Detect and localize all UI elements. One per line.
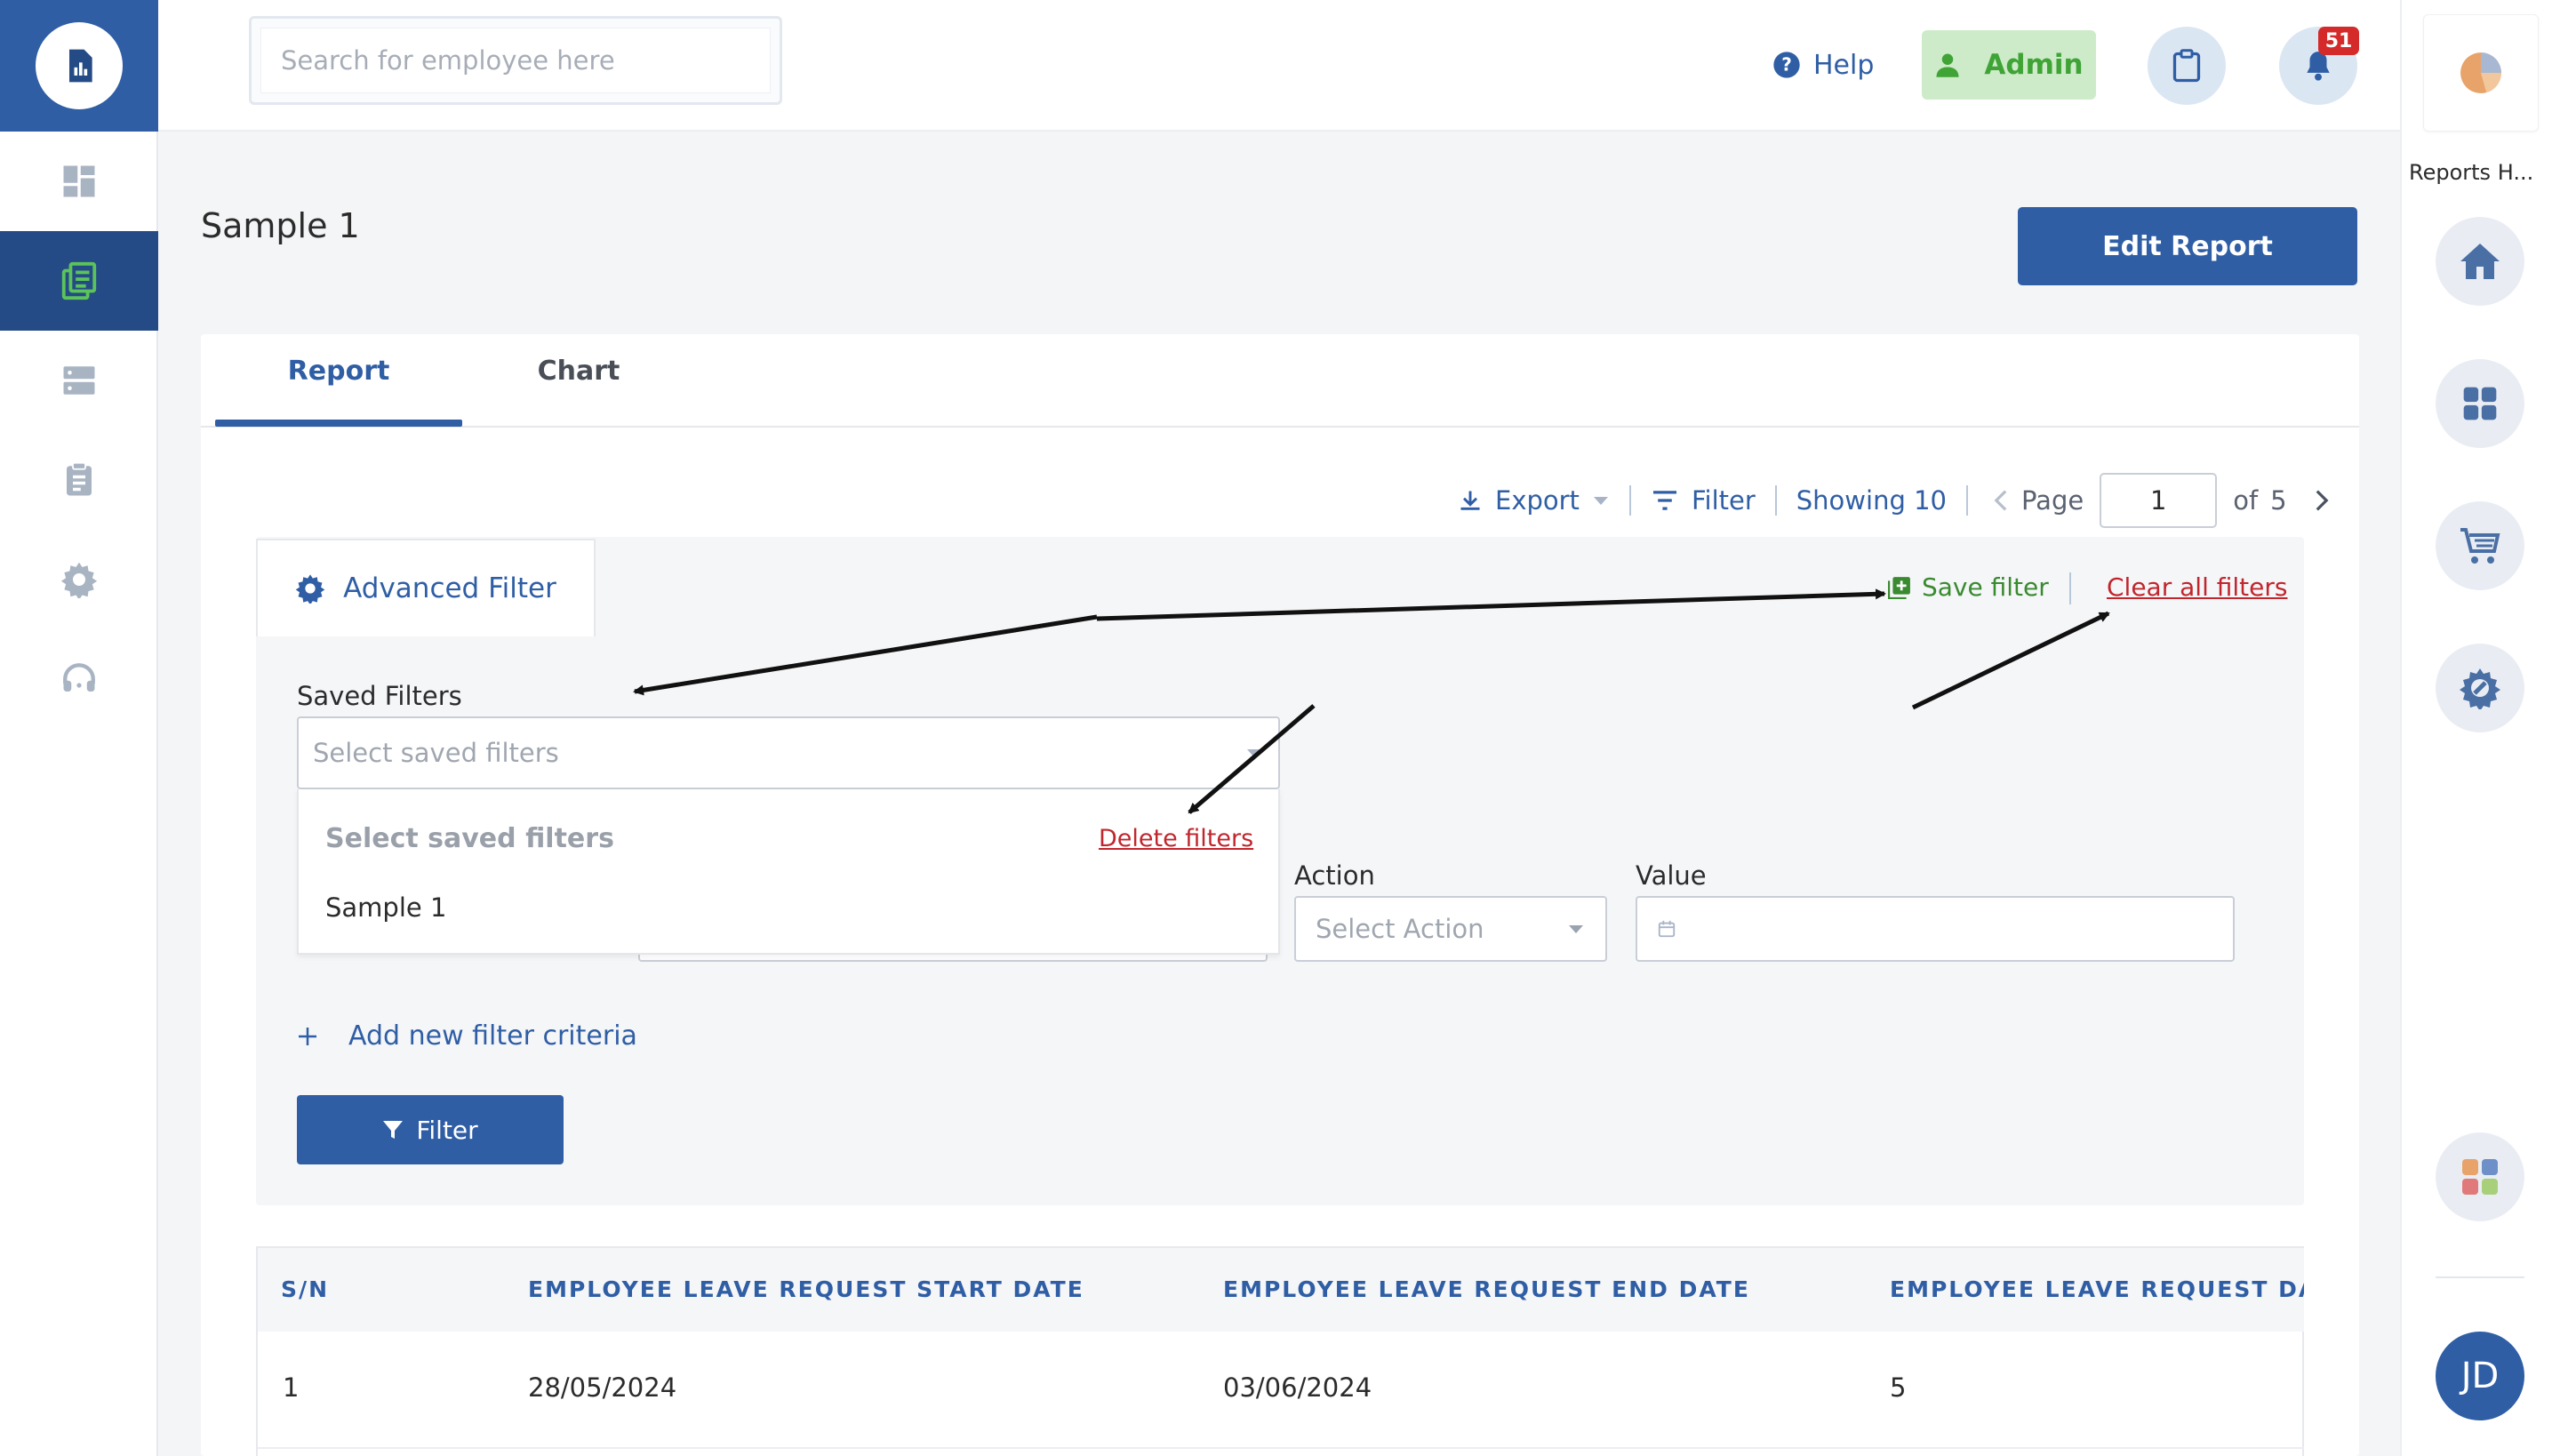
arrow-to-saved-filters: [633, 614, 1098, 696]
cell-start-date: 28/05/2024: [528, 1372, 677, 1403]
column-header-sn[interactable]: S/N: [281, 1276, 329, 1302]
column-header-start-date[interactable]: EMPLOYEE LEAVE REQUEST START DATE: [528, 1276, 1084, 1302]
annotation-arrows: [633, 588, 2110, 814]
cell-end-date: 03/06/2024: [1223, 1372, 1372, 1403]
table-row-divider: [258, 1447, 2304, 1449]
cell-sn: 1: [283, 1372, 300, 1403]
arrow-to-clear-filters: [1911, 611, 2110, 710]
arrow-to-save-filter: [1096, 588, 1886, 621]
cell-days: 5: [1890, 1372, 1907, 1403]
column-header-end-date[interactable]: EMPLOYEE LEAVE REQUEST END DATE: [1223, 1276, 1750, 1302]
column-header-days[interactable]: EMPLOYEE LEAVE REQUEST DAYS: [1890, 1276, 2304, 1302]
arrow-to-delete-filters: [1188, 704, 1316, 814]
